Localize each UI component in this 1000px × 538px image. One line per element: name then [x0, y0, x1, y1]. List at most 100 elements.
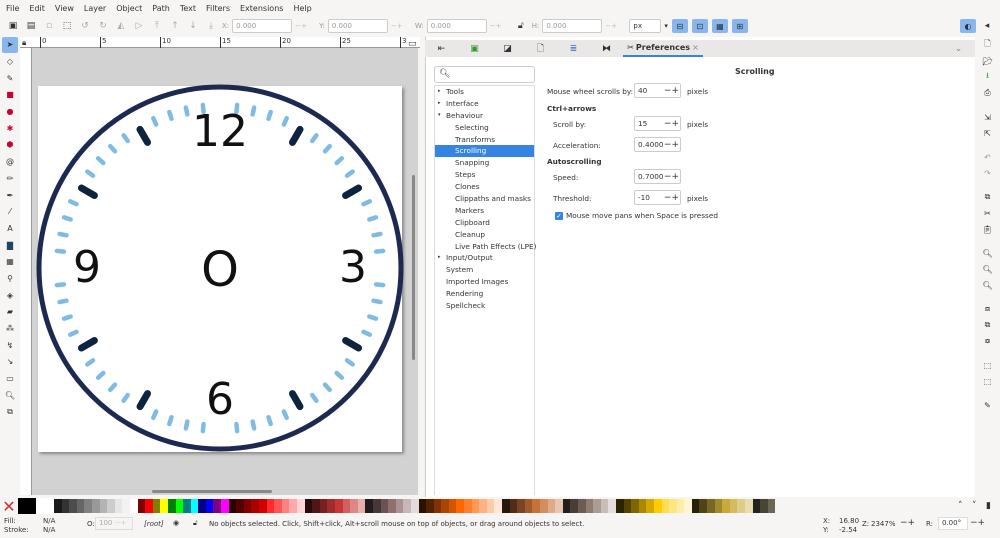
color-swatch[interactable]	[722, 499, 730, 513]
copy-icon[interactable]: ⧉	[985, 189, 991, 205]
color-swatch[interactable]	[61, 499, 70, 513]
tree-item-clipboard[interactable]: Clipboard	[435, 217, 534, 229]
color-swatch[interactable]	[152, 499, 161, 513]
color-swatch[interactable]	[509, 499, 518, 513]
color-swatch[interactable]	[304, 499, 313, 513]
rotation-stepper[interactable]: −+	[970, 518, 985, 528]
color-swatch[interactable]	[714, 499, 723, 513]
color-swatch[interactable]	[418, 499, 427, 513]
no-paint-swatch[interactable]: ✕	[0, 497, 18, 516]
color-swatch[interactable]	[342, 499, 351, 513]
tab-export-icon[interactable]: ▣	[458, 44, 491, 54]
color-swatch[interactable]	[99, 499, 108, 513]
color-swatch[interactable]	[84, 499, 92, 513]
scale-stroke-icon[interactable]: ⊟	[671, 19, 688, 33]
color-swatch[interactable]	[183, 499, 191, 513]
color-swatch[interactable]	[91, 499, 100, 513]
color-swatch[interactable]	[676, 499, 685, 513]
tree-item-cleanup[interactable]: Cleanup	[435, 229, 534, 241]
snap-menu-icon[interactable]: ◂	[980, 19, 994, 33]
tab-preferences[interactable]: ✂ Preferences ×	[623, 40, 703, 57]
tree-item-behaviour[interactable]: ▾ Behaviour	[435, 110, 534, 122]
color-swatch[interactable]	[167, 499, 176, 513]
color-swatch[interactable]	[737, 499, 746, 513]
color-swatch[interactable]	[441, 499, 449, 513]
acceleration-spinner[interactable]: 0.4000 −+	[634, 137, 681, 152]
w-stepper[interactable]: −+	[490, 22, 510, 30]
color-swatch[interactable]	[653, 499, 662, 513]
move-gradients-icon[interactable]: ▦	[711, 19, 728, 33]
color-swatch[interactable]	[69, 499, 77, 513]
export-icon[interactable]: ⇱	[984, 125, 991, 141]
canvas-vertical-scrollbar[interactable]	[412, 175, 415, 360]
color-swatch[interactable]	[266, 499, 275, 513]
move-patterns-icon[interactable]: ⊞	[731, 19, 748, 33]
group-icon[interactable]: ⬚	[984, 357, 992, 373]
tab-fill-stroke-icon[interactable]: ◪	[491, 44, 524, 54]
color-swatch[interactable]	[479, 499, 487, 513]
expander-icon[interactable]: ▸	[438, 252, 441, 264]
zoom-page-icon[interactable]: 🔍︎	[982, 277, 992, 293]
color-swatch[interactable]	[577, 499, 586, 513]
paste-icon[interactable]: 📋︎	[982, 221, 992, 237]
tree-item-steps[interactable]: Steps	[435, 169, 534, 181]
color-swatch[interactable]	[540, 499, 548, 513]
zoom-selection-icon[interactable]: 🔍︎	[982, 245, 992, 261]
save-icon[interactable]: ⭳	[986, 69, 989, 85]
color-swatch[interactable]	[312, 499, 320, 513]
color-swatch[interactable]	[532, 499, 540, 513]
zoom-drawing-icon[interactable]: 🔍︎	[982, 261, 992, 277]
color-swatch[interactable]	[259, 499, 267, 513]
space-pan-checkbox-row[interactable]: ✓ Mouse move pans when Space is pressed	[555, 211, 718, 220]
tree-item-tools[interactable]: ▸ Tools	[435, 86, 534, 98]
h-input[interactable]: 0.000	[542, 19, 603, 33]
speed-stepper[interactable]: −+	[664, 172, 680, 182]
swatch-black[interactable]	[18, 498, 36, 514]
tree-item-scrolling[interactable]: Scrolling	[435, 145, 534, 158]
color-swatch[interactable]	[585, 499, 594, 513]
color-swatch[interactable]	[228, 499, 237, 513]
color-swatch[interactable]	[570, 499, 578, 513]
h-stepper[interactable]: −+	[605, 22, 625, 30]
tree-item-clippaths-and-masks[interactable]: Clippaths and masks	[435, 193, 534, 205]
color-swatch[interactable]	[471, 499, 480, 513]
scroll-by-stepper[interactable]: −+	[664, 119, 680, 129]
color-swatch[interactable]	[107, 499, 115, 513]
color-swatch[interactable]	[221, 499, 229, 513]
tree-item-interface[interactable]: ▸ Interface	[435, 98, 534, 110]
color-swatch[interactable]	[517, 499, 525, 513]
tree-item-imported-images[interactable]: Imported Images	[435, 276, 534, 288]
color-swatch[interactable]	[129, 499, 138, 513]
color-swatch[interactable]	[274, 499, 282, 513]
color-swatch[interactable]	[767, 499, 776, 513]
acceleration-stepper[interactable]: −+	[664, 140, 680, 150]
w-input[interactable]: 0.000	[426, 19, 487, 33]
lock-guides-icon[interactable]: 🔒︎	[22, 38, 26, 48]
color-swatch[interactable]	[760, 499, 768, 513]
ungroup-icon[interactable]: ⬚	[984, 373, 992, 389]
color-swatch[interactable]	[114, 499, 123, 513]
unlink-clone-icon[interactable]: ⧇	[985, 333, 990, 349]
layer-selector[interactable]: [root]	[144, 520, 164, 528]
tree-item-live-path-effects-lpe-[interactable]: Live Path Effects (LPE)	[435, 241, 536, 253]
color-swatch[interactable]	[350, 499, 358, 513]
fill-value[interactable]: N/A	[43, 517, 55, 525]
color-swatch[interactable]	[593, 499, 601, 513]
color-swatch[interactable]	[334, 499, 343, 513]
cut-icon[interactable]: ✂	[984, 205, 991, 221]
tab-align-icon[interactable]: ⇤	[425, 44, 458, 54]
close-tab-button[interactable]: ×	[692, 43, 699, 52]
canvas-horizontal-scrollbar[interactable]	[152, 490, 272, 493]
scroll-by-spinner[interactable]: 15 −+	[634, 116, 681, 131]
tree-item-transforms[interactable]: Transforms	[435, 134, 534, 146]
new-document-icon[interactable]: 🗋︎	[984, 37, 990, 53]
color-swatch[interactable]	[289, 499, 297, 513]
redo-icon[interactable]: ↷	[984, 165, 991, 181]
color-swatch[interactable]	[357, 499, 366, 513]
color-swatch[interactable]	[213, 499, 222, 513]
color-swatch[interactable]	[433, 499, 442, 513]
color-swatch[interactable]	[190, 499, 199, 513]
acceleration-value[interactable]: 0.4000	[638, 140, 664, 149]
color-swatch[interactable]	[752, 499, 761, 513]
color-swatch[interactable]	[236, 499, 244, 513]
